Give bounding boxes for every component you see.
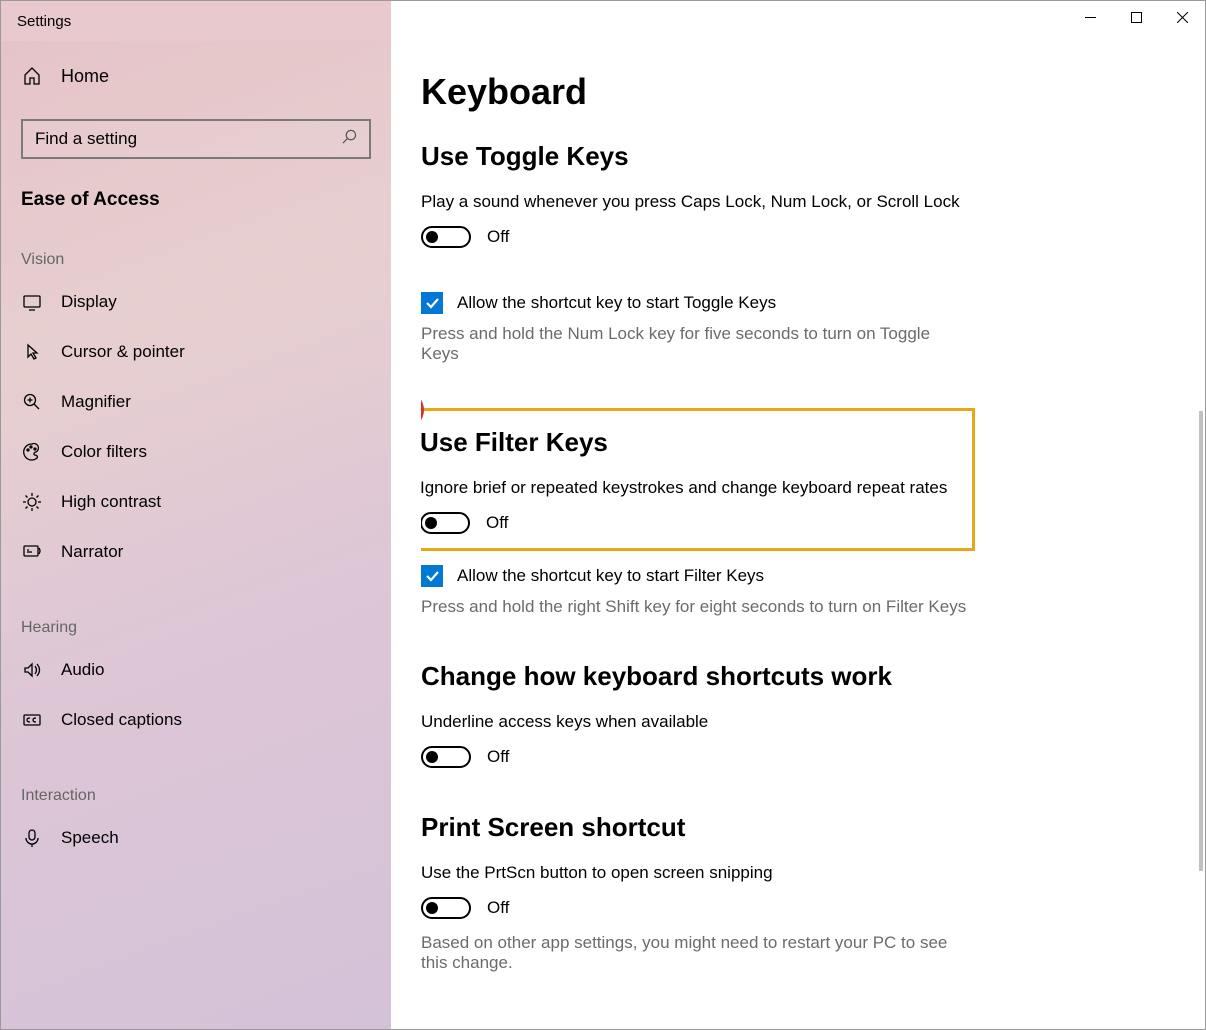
filter-keys-switch[interactable] [421, 512, 470, 534]
filter-keys-shortcut-checkbox[interactable] [421, 565, 443, 587]
nav-label: Audio [61, 660, 104, 680]
filter-keys-checkbox-label: Allow the shortcut key to start Filter K… [457, 566, 764, 586]
nav-label: High contrast [61, 492, 161, 512]
contrast-icon [21, 491, 43, 513]
toggle-keys-desc: Play a sound whenever you press Caps Loc… [421, 192, 1165, 212]
toggle-keys-shortcut-checkbox[interactable] [421, 292, 443, 314]
narrator-icon [21, 541, 43, 563]
toggle-keys-heading: Use Toggle Keys [421, 141, 1165, 172]
section-interaction: Interaction [1, 775, 391, 813]
printscreen-state: Off [487, 898, 509, 918]
display-icon [21, 291, 43, 313]
printscreen-desc: Use the PrtScn button to open screen sni… [421, 863, 1165, 883]
toggle-keys-checkbox-label: Allow the shortcut key to start Toggle K… [457, 293, 776, 313]
nav-high-contrast[interactable]: High contrast [1, 477, 391, 527]
magnifier-icon [21, 391, 43, 413]
content: Keyboard Use Toggle Keys Play a sound wh… [391, 41, 1205, 1029]
filter-keys-highlight: 3 Use Filter Keys Ignore brief or repeat… [421, 408, 975, 551]
shortcuts-heading: Change how keyboard shortcuts work [421, 661, 1165, 692]
page-title: Keyboard [421, 71, 1165, 113]
nav-audio[interactable]: Audio [1, 645, 391, 695]
search-field[interactable] [35, 129, 342, 149]
window-controls [1067, 1, 1205, 33]
shortcuts-desc: Underline access keys when available [421, 712, 1165, 732]
close-button[interactable] [1159, 1, 1205, 33]
section-hearing: Hearing [1, 607, 391, 645]
nav-label: Color filters [61, 442, 147, 462]
palette-icon [21, 441, 43, 463]
sidebar-header: Ease of Access [1, 179, 391, 239]
nav-label: Cursor & pointer [61, 342, 185, 362]
printscreen-switch[interactable] [421, 897, 471, 919]
printscreen-help: Based on other app settings, you might n… [421, 933, 961, 973]
section-vision: Vision [1, 239, 391, 277]
search-input[interactable] [21, 119, 371, 159]
nav-display[interactable]: Display [1, 277, 391, 327]
minimize-button[interactable] [1067, 1, 1113, 33]
titlebar: Settings [1, 1, 1205, 41]
window-title: Settings [17, 13, 71, 30]
filter-keys-state: Off [486, 513, 508, 533]
nav-label: Display [61, 292, 117, 312]
captions-icon [21, 709, 43, 731]
search-icon [342, 129, 357, 149]
audio-icon [21, 659, 43, 681]
filter-keys-desc: Ignore brief or repeated keystrokes and … [421, 478, 960, 498]
toggle-keys-switch[interactable] [421, 226, 471, 248]
nav-label: Narrator [61, 542, 123, 562]
toggle-keys-help: Press and hold the Num Lock key for five… [421, 324, 961, 364]
underline-access-state: Off [487, 747, 509, 767]
titlebar-left: Settings [1, 1, 1067, 41]
maximize-button[interactable] [1113, 1, 1159, 33]
home-icon [21, 65, 43, 87]
nav-magnifier[interactable]: Magnifier [1, 377, 391, 427]
nav-cursor[interactable]: Cursor & pointer [1, 327, 391, 377]
scrollbar[interactable] [1199, 411, 1203, 871]
nav-closed-captions[interactable]: Closed captions [1, 695, 391, 745]
nav-label: Closed captions [61, 710, 182, 730]
home-label: Home [61, 66, 109, 87]
cursor-icon [21, 341, 43, 363]
toggle-keys-state: Off [487, 227, 509, 247]
printscreen-heading: Print Screen shortcut [421, 812, 1165, 843]
mic-icon [21, 827, 43, 849]
underline-access-switch[interactable] [421, 746, 471, 768]
nav-narrator[interactable]: Narrator [1, 527, 391, 577]
nav-speech[interactable]: Speech [1, 813, 391, 863]
nav-color-filters[interactable]: Color filters [1, 427, 391, 477]
sidebar: Home Ease of Access Vision Display Curso… [1, 41, 391, 1029]
filter-keys-help: Press and hold the right Shift key for e… [421, 597, 1021, 617]
nav-label: Speech [61, 828, 119, 848]
nav-label: Magnifier [61, 392, 131, 412]
filter-keys-heading: Use Filter Keys [421, 427, 960, 458]
home-link[interactable]: Home [1, 51, 391, 101]
